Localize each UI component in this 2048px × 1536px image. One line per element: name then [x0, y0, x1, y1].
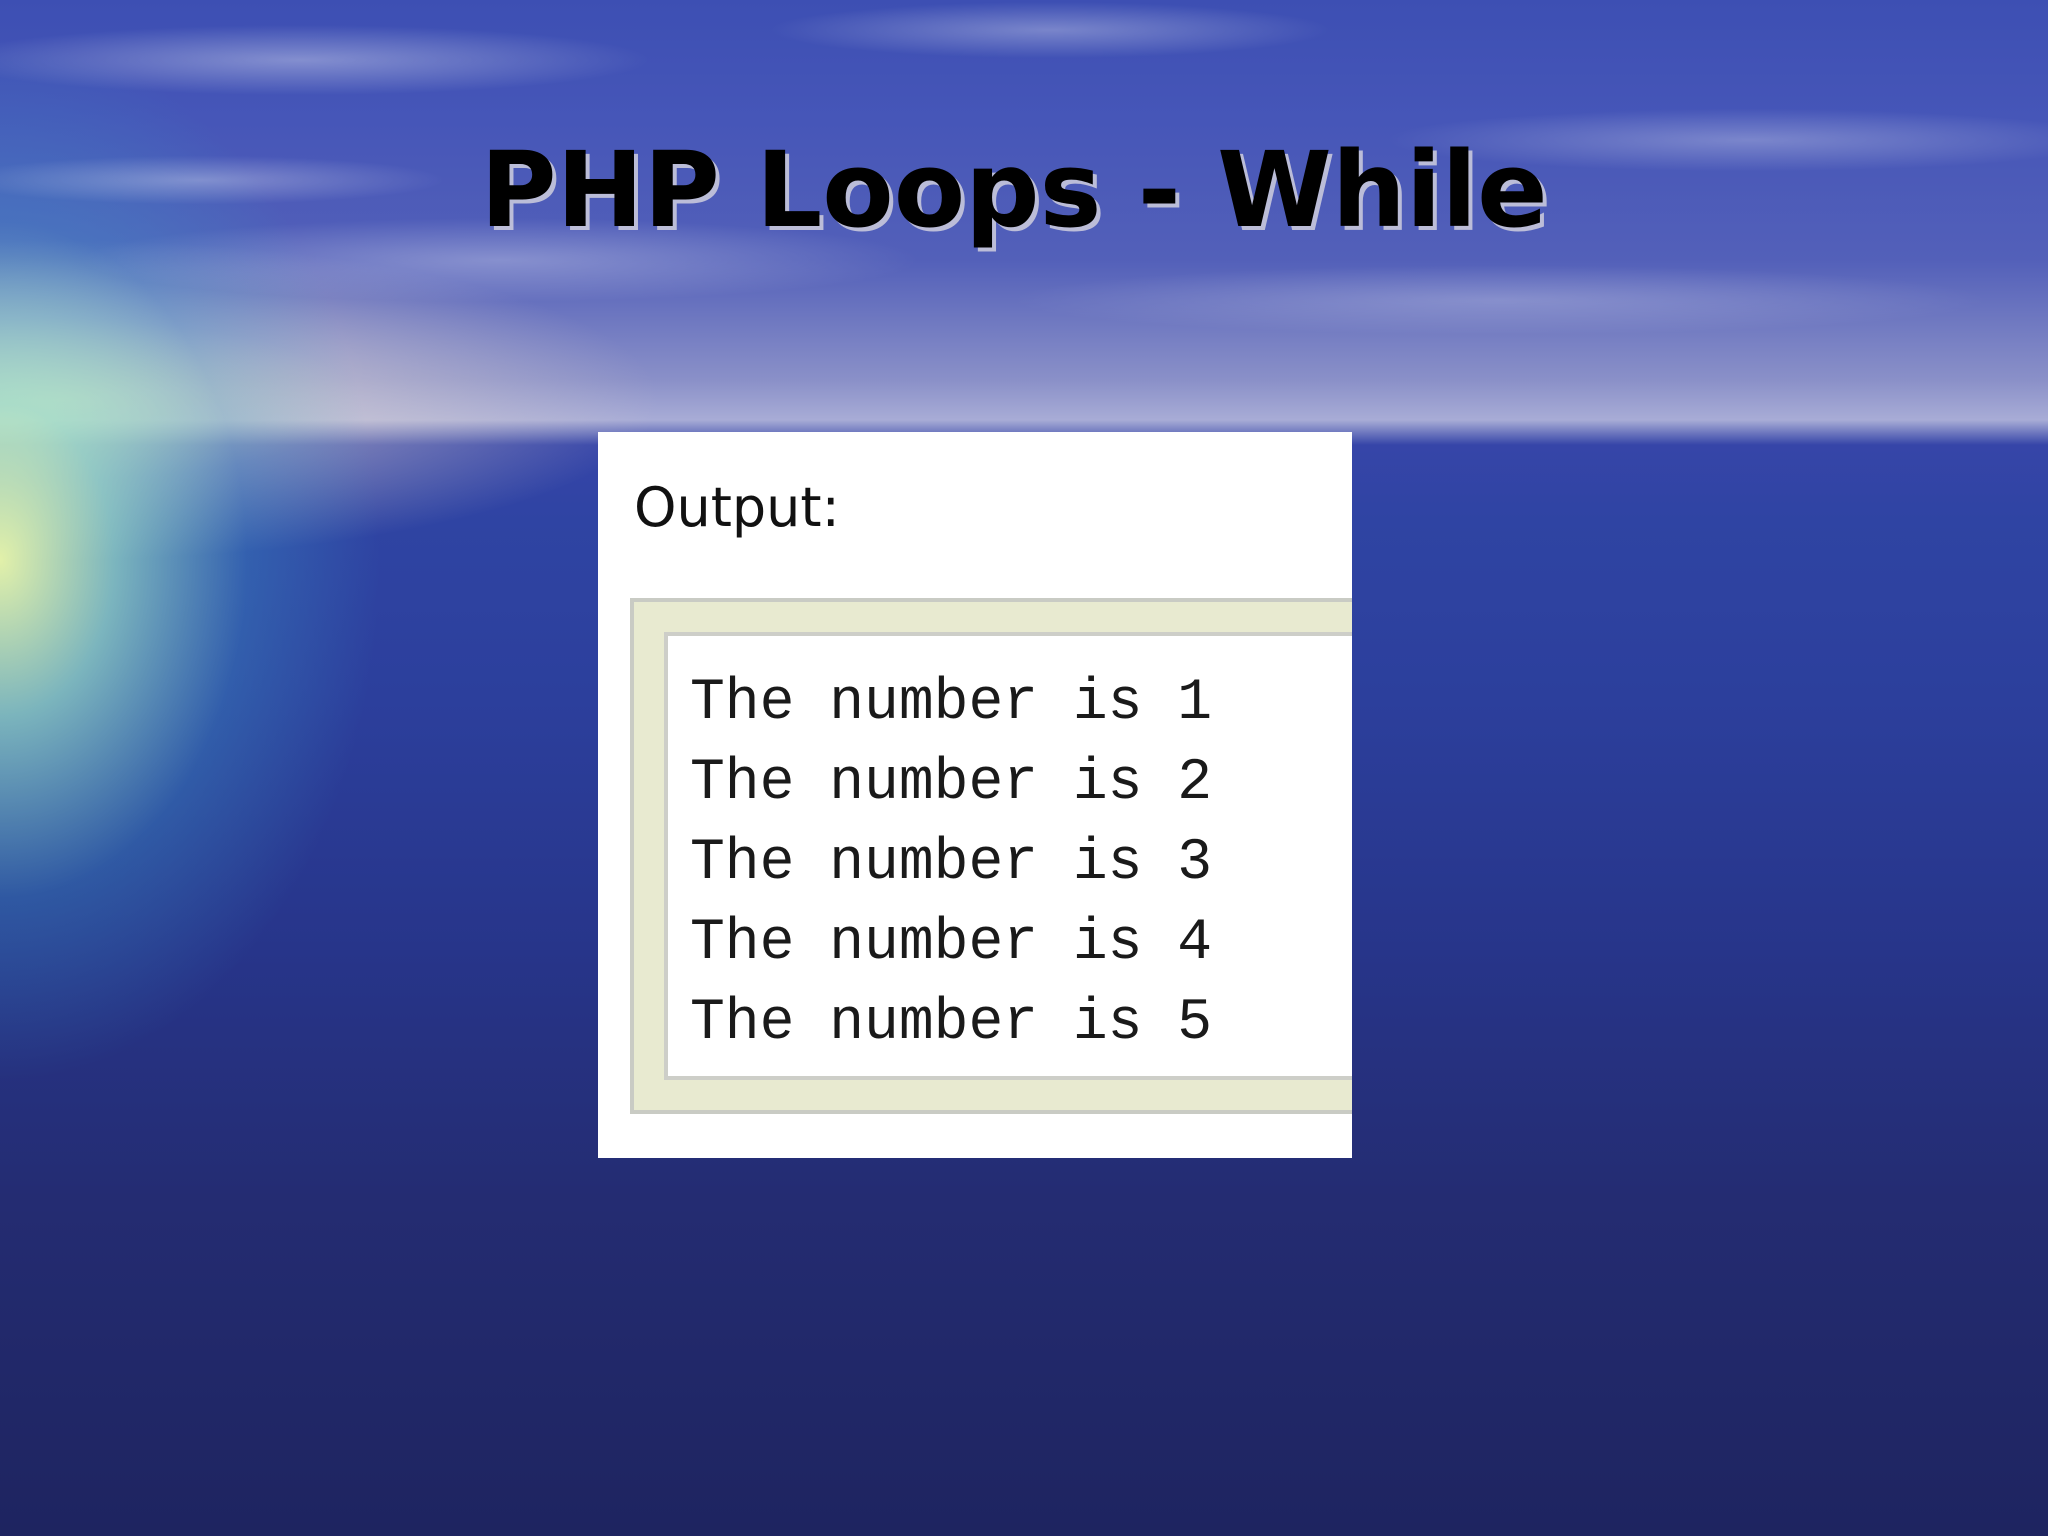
output-line: The number is 1	[690, 671, 1213, 736]
output-line: The number is 3	[690, 831, 1213, 896]
output-screenshot: Output: The number is 1 The number is 2 …	[598, 432, 1352, 1158]
output-code-frame: The number is 1 The number is 2 The numb…	[630, 598, 1352, 1114]
output-line: The number is 4	[690, 911, 1213, 976]
output-line: The number is 2	[690, 751, 1213, 816]
output-line: The number is 5	[690, 991, 1213, 1056]
slide-title: PHP Loops - While	[480, 129, 1548, 251]
output-label: Output:	[634, 476, 840, 539]
slide: PHP Loops - While Output: The number is …	[0, 0, 2048, 1536]
output-lines: The number is 1 The number is 2 The numb…	[690, 664, 1212, 1064]
output-code-box: The number is 1 The number is 2 The numb…	[664, 632, 1352, 1080]
